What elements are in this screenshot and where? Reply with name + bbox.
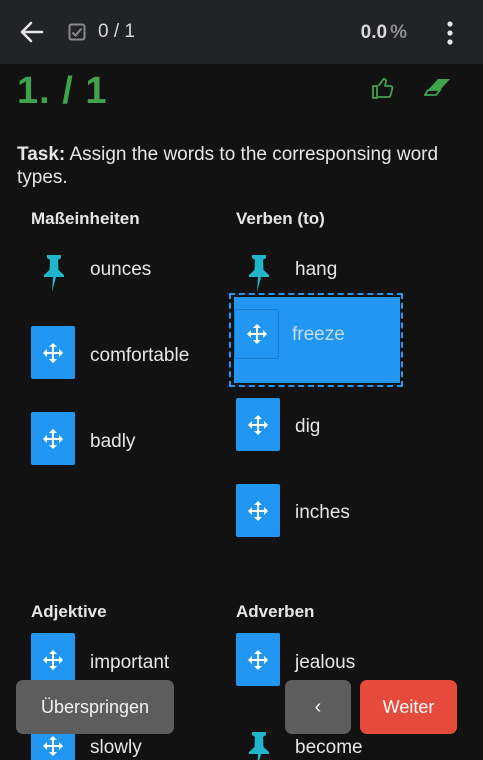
move-icon bbox=[248, 649, 268, 670]
next-button[interactable]: Weiter bbox=[360, 680, 457, 734]
word-item: comfortable bbox=[90, 345, 190, 366]
back-arrow-icon[interactable] bbox=[18, 18, 46, 46]
drag-handle[interactable] bbox=[236, 484, 280, 537]
category-heading: Adverben bbox=[236, 602, 315, 621]
drag-handle[interactable] bbox=[31, 633, 75, 686]
pin-icon[interactable] bbox=[246, 253, 272, 293]
word-item: dig bbox=[295, 416, 321, 437]
move-icon bbox=[248, 414, 268, 435]
previous-button[interactable]: ‹ bbox=[285, 680, 351, 734]
dragged-word-label: freeze bbox=[292, 324, 345, 345]
category-heading: Adjektive bbox=[31, 602, 107, 621]
word-item: become bbox=[295, 737, 363, 758]
progress-count: 0 / 1 bbox=[98, 21, 135, 42]
pin-icon[interactable] bbox=[41, 253, 67, 293]
dragged-word-card[interactable]: freeze bbox=[234, 297, 400, 383]
move-icon bbox=[43, 342, 63, 363]
checkbox-icon bbox=[68, 23, 86, 41]
task-instruction: Task: Assign the words to the correspons… bbox=[17, 143, 472, 189]
category-heading: Verben (to) bbox=[236, 209, 325, 228]
word-item: slowly bbox=[90, 737, 142, 758]
word-item: inches bbox=[295, 502, 350, 523]
skip-button[interactable]: Überspringen bbox=[16, 680, 174, 734]
percent-score: 0.0% bbox=[361, 22, 407, 44]
pin-icon[interactable] bbox=[246, 730, 272, 760]
word-item: jealous bbox=[295, 652, 356, 673]
word-item: ounces bbox=[90, 259, 152, 280]
drag-handle[interactable] bbox=[236, 398, 280, 451]
eraser-icon[interactable] bbox=[424, 76, 452, 98]
question-number: 1. / 1 bbox=[17, 70, 108, 112]
task-label: Task: bbox=[17, 144, 66, 165]
move-icon bbox=[43, 428, 63, 449]
task-text: Assign the words to the corresponsing wo… bbox=[17, 144, 439, 188]
category-heading: Maßeinheiten bbox=[31, 209, 140, 228]
drag-handle[interactable] bbox=[234, 309, 279, 359]
word-item: badly bbox=[90, 431, 136, 452]
drag-handle[interactable] bbox=[31, 326, 75, 379]
drag-handle[interactable] bbox=[31, 412, 75, 465]
word-item: hang bbox=[295, 259, 338, 280]
move-icon bbox=[43, 649, 63, 670]
word-item: important bbox=[90, 652, 170, 673]
percent-value: 0.0 bbox=[360, 22, 388, 43]
move-icon bbox=[43, 735, 63, 756]
move-icon bbox=[248, 500, 268, 521]
more-vert-icon[interactable] bbox=[440, 20, 460, 46]
move-icon bbox=[246, 324, 267, 344]
drag-handle[interactable] bbox=[236, 633, 280, 686]
thumbs-up-icon[interactable] bbox=[371, 76, 395, 100]
top-app-bar: 0 / 1 0.0% bbox=[0, 0, 483, 64]
percent-symbol: % bbox=[390, 22, 407, 43]
